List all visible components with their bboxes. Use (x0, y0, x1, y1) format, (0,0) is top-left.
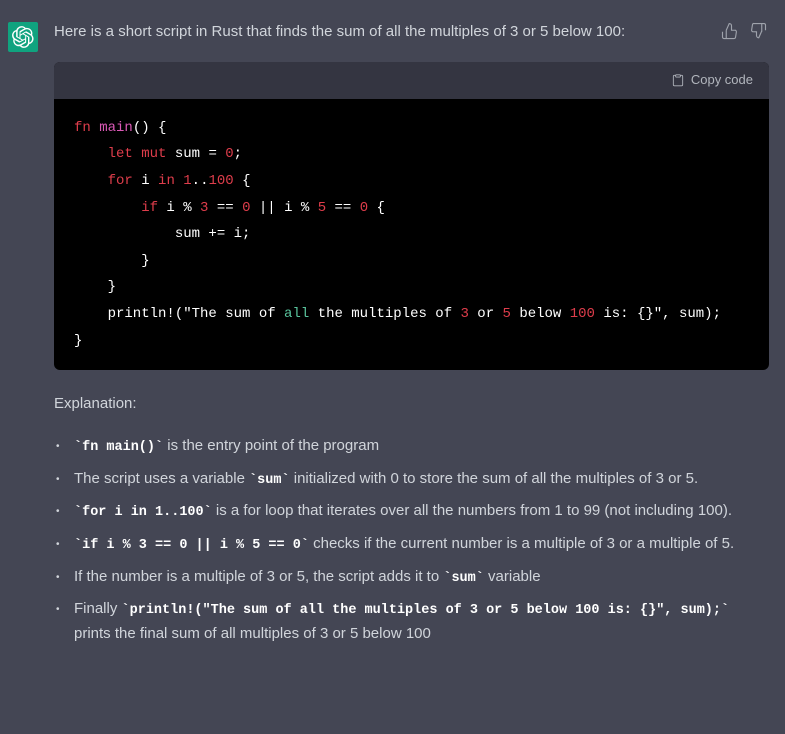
code-token: below (511, 306, 570, 322)
code-token: == (326, 200, 360, 216)
message-content: Here is a short script in Rust that find… (54, 20, 769, 654)
code-token: mut (141, 146, 166, 162)
openai-logo-icon (12, 26, 34, 48)
inline-code: `sum` (443, 571, 484, 586)
explanation-list: `fn main()` is the entry point of the pr… (54, 434, 769, 646)
thumbs-down-button[interactable] (749, 22, 769, 42)
code-token: fn (74, 120, 91, 136)
code-token: all (284, 306, 309, 322)
explanation-item: `if i % 3 == 0 || i % 5 == 0` checks if … (74, 532, 769, 557)
inline-code: `fn main()` (74, 440, 163, 455)
code-token: if (141, 200, 158, 216)
message-header-row: Here is a short script in Rust that find… (54, 20, 769, 62)
code-token: () { (133, 120, 167, 136)
code-token: } (74, 279, 116, 295)
assistant-message: Here is a short script in Rust that find… (0, 0, 785, 674)
explanation-text: If the number is a multiple of 3 or 5, t… (74, 568, 443, 585)
explanation-text: initialized with 0 to store the sum of a… (290, 470, 699, 487)
code-token (91, 120, 99, 136)
intro-text: Here is a short script in Rust that find… (54, 20, 709, 44)
code-token (74, 146, 108, 162)
code-token (74, 200, 141, 216)
inline-code: `println!("The sum of all the multiples … (122, 603, 730, 618)
code-block: Copy code fn main() { let mut sum = 0; f… (54, 62, 769, 370)
explanation-item: If the number is a multiple of 3 or 5, t… (74, 565, 769, 590)
inline-code: `if i % 3 == 0 || i % 5 == 0` (74, 538, 309, 553)
assistant-avatar (8, 22, 38, 52)
code-token: 3 (461, 306, 469, 322)
code-token: 100 (570, 306, 595, 322)
code-content[interactable]: fn main() { let mut sum = 0; for i in 1.… (54, 99, 769, 370)
code-token: for (108, 173, 133, 189)
explanation-text: is the entry point of the program (163, 437, 379, 454)
copy-code-button[interactable]: Copy code (671, 70, 753, 91)
code-token: 0 (360, 200, 368, 216)
code-token: == (208, 200, 242, 216)
inline-code: `sum` (249, 473, 290, 488)
code-token: in (158, 173, 175, 189)
code-token: println!( (74, 306, 183, 322)
code-token (133, 146, 141, 162)
inline-code: `for i in 1..100` (74, 505, 212, 520)
explanation-title: Explanation: (54, 392, 769, 416)
code-token: } (74, 333, 82, 349)
explanation-item: The script uses a variable `sum` initial… (74, 467, 769, 492)
code-token: the multiples of (309, 306, 460, 322)
feedback-buttons (721, 22, 769, 42)
code-token: sum = (166, 146, 225, 162)
code-token: ; (234, 146, 242, 162)
code-token: 5 (318, 200, 326, 216)
code-token: is: {}" (595, 306, 662, 322)
code-token: i % (158, 200, 200, 216)
explanation-item: `for i in 1..100` is a for loop that ite… (74, 499, 769, 524)
code-token: { (368, 200, 385, 216)
explanation-item: Finally `println!("The sum of all the mu… (74, 597, 769, 646)
thumbs-down-icon (749, 22, 767, 40)
code-token (74, 173, 108, 189)
code-token: let (108, 146, 133, 162)
code-token (175, 173, 183, 189)
code-header: Copy code (54, 62, 769, 99)
code-token: { (234, 173, 251, 189)
code-token: main (99, 120, 133, 136)
explanation-text: variable (484, 568, 541, 585)
explanation-text: checks if the current number is a multip… (309, 535, 734, 552)
copy-label: Copy code (691, 70, 753, 91)
code-token: sum += i; (74, 226, 250, 242)
code-token: i (133, 173, 158, 189)
code-token: "The sum of (183, 306, 284, 322)
clipboard-icon (671, 73, 685, 87)
thumbs-up-button[interactable] (721, 22, 741, 42)
code-token: 1 (183, 173, 191, 189)
explanation-item: `fn main()` is the entry point of the pr… (74, 434, 769, 459)
code-token: || i % (250, 200, 317, 216)
code-token: 100 (208, 173, 233, 189)
explanation-text: Finally (74, 600, 122, 617)
code-token: 5 (503, 306, 511, 322)
explanation-text: The script uses a variable (74, 470, 249, 487)
code-token: , sum); (662, 306, 721, 322)
code-token: } (74, 253, 150, 269)
thumbs-up-icon (721, 22, 739, 40)
code-token: 0 (225, 146, 233, 162)
code-token: .. (192, 173, 209, 189)
explanation-text: prints the final sum of all multiples of… (74, 625, 431, 642)
code-token: or (469, 306, 503, 322)
explanation-text: is a for loop that iterates over all the… (212, 502, 732, 519)
